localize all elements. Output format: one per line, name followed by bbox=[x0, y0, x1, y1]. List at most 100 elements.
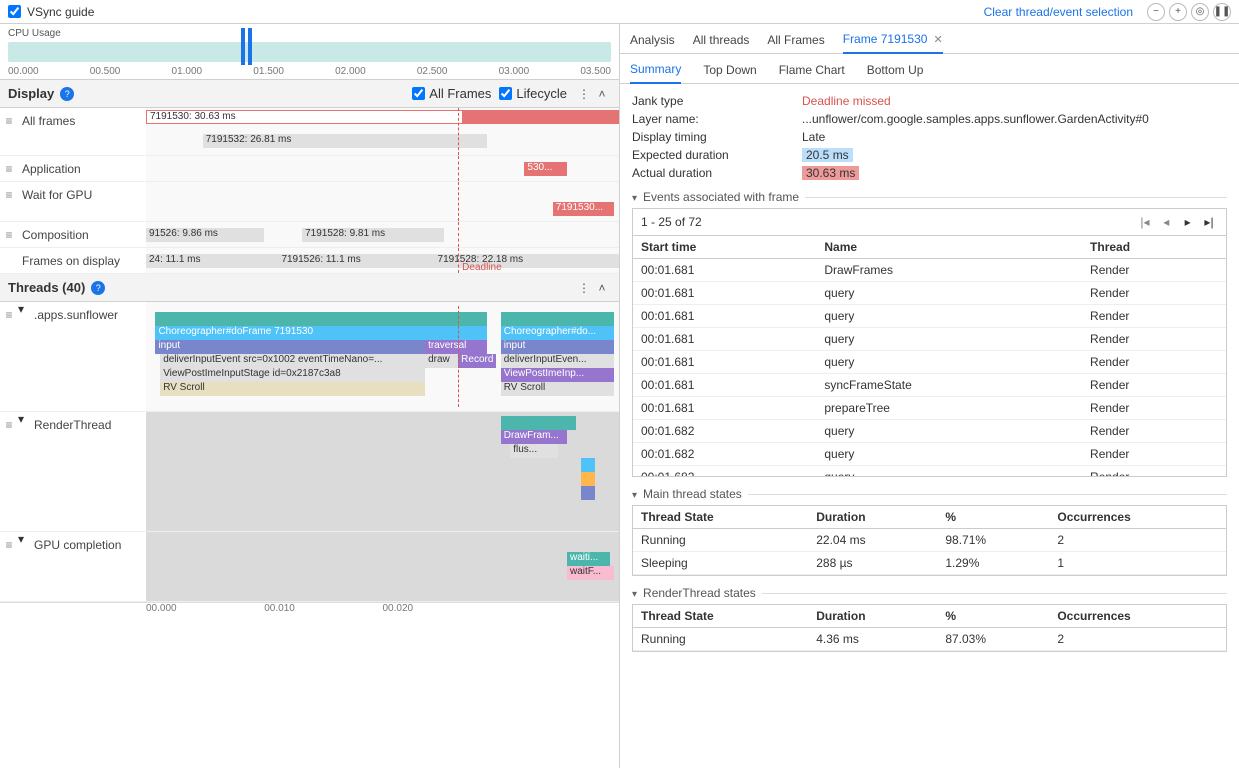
table-row[interactable]: Running4.36 ms87.03%2 bbox=[633, 628, 1226, 651]
cpu-usage-track[interactable]: CPU Usage 00.000 00.500 01.000 01.500 02… bbox=[0, 24, 619, 80]
tab-bottom-up[interactable]: Bottom Up bbox=[867, 63, 924, 83]
trace-event[interactable] bbox=[581, 458, 595, 472]
trace-event[interactable] bbox=[581, 486, 595, 500]
tab-analysis[interactable]: Analysis bbox=[630, 33, 675, 53]
cpu-usage-wave bbox=[8, 42, 611, 62]
layer-name-value: ...unflower/com.google.samples.apps.sunf… bbox=[802, 112, 1149, 126]
table-row[interactable]: 00:01.681syncFrameStateRender bbox=[633, 374, 1226, 397]
help-icon[interactable]: ? bbox=[60, 87, 74, 101]
pager-first-icon[interactable]: |◂ bbox=[1136, 215, 1154, 229]
zoom-out-icon[interactable]: − bbox=[1147, 3, 1165, 21]
trace-event[interactable]: waiti... bbox=[567, 552, 610, 566]
trace-event[interactable] bbox=[581, 472, 595, 486]
drag-handle-icon[interactable]: ≡ bbox=[0, 532, 18, 601]
deadline-line bbox=[458, 182, 459, 221]
threads-time-ruler: 00.00000.01000.020 bbox=[0, 602, 619, 616]
track-wait-gpu[interactable]: 7191530... bbox=[146, 182, 619, 221]
more-icon[interactable]: ⋮ bbox=[575, 85, 593, 103]
close-tab-icon[interactable]: ✕ bbox=[933, 34, 942, 46]
segment[interactable]: 24: 11.1 ms bbox=[146, 254, 278, 268]
collapse-icon[interactable]: ˄ bbox=[593, 85, 611, 103]
tab-all-threads[interactable]: All threads bbox=[693, 33, 750, 53]
table-row[interactable]: 00:01.681queryRender bbox=[633, 328, 1226, 351]
segment[interactable]: 91526: 9.86 ms bbox=[146, 228, 264, 242]
track-app-thread[interactable]: Choreographer#doFrame 7191530Choreograph… bbox=[146, 302, 619, 411]
drag-handle-icon[interactable]: ≡ bbox=[0, 156, 18, 181]
tab-all-frames[interactable]: All Frames bbox=[767, 33, 824, 53]
expand-thread-icon[interactable]: ▾ bbox=[18, 412, 30, 531]
help-icon[interactable]: ? bbox=[91, 281, 105, 295]
drag-handle-icon[interactable]: ≡ bbox=[0, 302, 18, 411]
frame-selected[interactable]: 7191530: 30.63 ms bbox=[146, 110, 463, 124]
drag-handle-icon[interactable]: ≡ bbox=[0, 182, 18, 221]
drag-handle-icon[interactable]: ≡ bbox=[0, 108, 18, 155]
render-states-header[interactable]: RenderThread states bbox=[632, 586, 1227, 600]
all-frames-toggle[interactable]: All Frames bbox=[412, 86, 491, 101]
deadline-line bbox=[458, 222, 459, 247]
main-states-table[interactable]: Thread State Duration % Occurrences Runn… bbox=[633, 506, 1226, 575]
col-name[interactable]: Name bbox=[816, 236, 1082, 259]
track-composition[interactable]: 91526: 9.86 ms 7191528: 9.81 ms bbox=[146, 222, 619, 247]
display-section-header: Display ? All Frames Lifecycle ⋮ ˄ bbox=[0, 80, 619, 108]
tab-top-down[interactable]: Top Down bbox=[703, 63, 756, 83]
col-thread[interactable]: Thread bbox=[1082, 236, 1226, 259]
trace-event[interactable] bbox=[501, 416, 577, 430]
vsync-label: VSync guide bbox=[27, 5, 94, 19]
table-row[interactable]: 00:01.681queryRender bbox=[633, 351, 1226, 374]
expand-thread-icon[interactable]: ▾ bbox=[18, 302, 30, 411]
frame-overrun[interactable] bbox=[463, 110, 619, 124]
collapse-icon[interactable]: ˄ bbox=[593, 279, 611, 297]
vsync-guide-toggle[interactable]: VSync guide bbox=[8, 5, 94, 19]
zoom-fit-icon[interactable]: ◎ bbox=[1191, 3, 1209, 21]
track-application[interactable]: 530... bbox=[146, 156, 619, 181]
col-start-time[interactable]: Start time bbox=[633, 236, 816, 259]
main-states-header[interactable]: Main thread states bbox=[632, 487, 1227, 501]
drag-handle-icon[interactable]: ≡ bbox=[0, 222, 18, 247]
table-row[interactable]: 00:01.681queryRender bbox=[633, 282, 1226, 305]
events-table[interactable]: Start time Name Thread 00:01.681DrawFram… bbox=[633, 236, 1226, 476]
segment[interactable]: 7191526: 11.1 ms bbox=[278, 254, 434, 268]
table-row[interactable]: 00:01.681prepareTreeRender bbox=[633, 397, 1226, 420]
vsync-checkbox[interactable] bbox=[8, 5, 21, 18]
trace-event[interactable]: flus... bbox=[510, 444, 557, 458]
table-row[interactable]: 00:01.682queryRender bbox=[633, 420, 1226, 443]
clear-selection-link[interactable]: Clear thread/event selection bbox=[984, 5, 1133, 19]
track-render-thread[interactable]: DrawFram... flus... bbox=[146, 412, 619, 531]
segment[interactable]: 7191528: 9.81 ms bbox=[302, 228, 444, 242]
table-row[interactable]: 00:01.681queryRender bbox=[633, 305, 1226, 328]
trace-event[interactable]: DrawFram... bbox=[501, 430, 567, 444]
cpu-marker bbox=[248, 28, 252, 65]
trace-event[interactable]: RV Scroll bbox=[501, 382, 615, 396]
segment[interactable]: 530... bbox=[524, 162, 567, 176]
table-row[interactable]: Running22.04 ms98.71%2 bbox=[633, 529, 1226, 552]
pager-last-icon[interactable]: ▸| bbox=[1200, 215, 1218, 229]
track-frames-display[interactable]: 24: 11.1 ms 7191526: 11.1 ms 7191528: 22… bbox=[146, 248, 619, 273]
expand-thread-icon[interactable]: ▾ bbox=[18, 532, 30, 601]
pause-icon[interactable]: ❚❚ bbox=[1213, 3, 1231, 21]
segment[interactable]: 7191530... bbox=[553, 202, 614, 216]
table-row[interactable]: 00:01.682queryRender bbox=[633, 466, 1226, 477]
drag-handle-icon[interactable]: ≡ bbox=[0, 412, 18, 531]
table-row[interactable]: Sleeping288 µs1.29%1 bbox=[633, 552, 1226, 575]
track-all-frames[interactable]: 7191530: 30.63 ms 7191532: 26.81 ms 00:0… bbox=[146, 108, 619, 155]
zoom-in-icon[interactable]: + bbox=[1169, 3, 1187, 21]
more-icon[interactable]: ⋮ bbox=[575, 279, 593, 297]
pager-next-icon[interactable]: ▸ bbox=[1179, 215, 1197, 229]
table-row[interactable]: 00:01.682queryRender bbox=[633, 443, 1226, 466]
row-label-frames-display: Frames on display bbox=[18, 248, 146, 273]
table-row[interactable]: 00:01.681DrawFramesRender bbox=[633, 259, 1226, 282]
frame-sub[interactable]: 7191532: 26.81 ms bbox=[203, 134, 487, 148]
row-label-composition: Composition bbox=[18, 222, 146, 247]
tab-flame-chart[interactable]: Flame Chart bbox=[779, 63, 845, 83]
lifecycle-toggle[interactable]: Lifecycle bbox=[499, 86, 567, 101]
pager-prev-icon[interactable]: ◂ bbox=[1157, 215, 1175, 229]
trace-event[interactable]: waitF... bbox=[567, 566, 614, 580]
tab-summary[interactable]: Summary bbox=[630, 62, 681, 84]
tab-frame[interactable]: Frame 7191530✕ bbox=[843, 32, 943, 54]
trace-event[interactable]: RV Scroll bbox=[160, 382, 425, 396]
cpu-time-ruler: 00.000 00.500 01.000 01.500 02.000 02.50… bbox=[8, 66, 611, 77]
events-section-header[interactable]: Events associated with frame bbox=[632, 190, 1227, 204]
track-gpu-completion[interactable]: waiti... waitF... bbox=[146, 532, 619, 601]
thread-label-render: RenderThread bbox=[30, 412, 146, 531]
render-states-table[interactable]: Thread State Duration % Occurrences Runn… bbox=[633, 605, 1226, 651]
